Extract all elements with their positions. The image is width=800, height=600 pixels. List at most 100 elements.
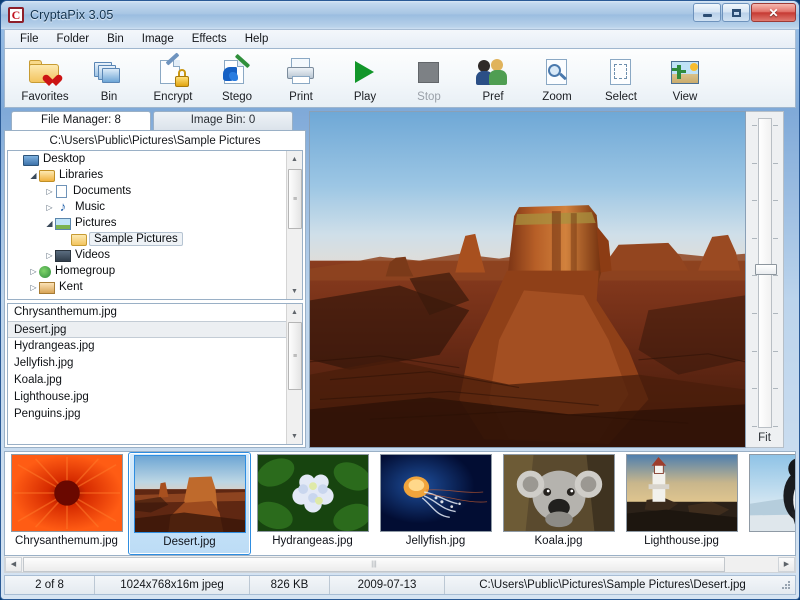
thumbnail-item[interactable]: Hydrangeas.jpg	[251, 452, 374, 555]
thumbnail-item[interactable]: Chrysanthemum.jpg	[5, 452, 128, 555]
homegroup-icon	[39, 266, 51, 278]
scroll-down-icon[interactable]: ▼	[287, 428, 302, 444]
toolbar-button-label: Select	[605, 91, 637, 103]
tree-expander-icon[interactable]: ▷	[28, 267, 39, 276]
tree-expander-icon[interactable]: ▷	[44, 251, 55, 260]
stacked-images-icon	[92, 56, 126, 88]
scrollbar-thumb[interactable]: ≡	[288, 322, 302, 390]
thumbnail-caption: Jellyfish.jpg	[406, 535, 465, 547]
toolbar-button-favorites[interactable]: Favorites	[13, 53, 77, 103]
thumbnail-item[interactable]: Lighthouse.jpg	[620, 452, 743, 555]
toolbar-button-label: Encrypt	[154, 91, 193, 103]
tree-node-label: Desktop	[43, 153, 85, 165]
thumbnail-item[interactable]: Koala.jpg	[497, 452, 620, 555]
menu-item-image[interactable]: Image	[133, 32, 183, 46]
file-list-item[interactable]: Chrysanthemum.jpg	[8, 304, 302, 321]
landscape-icon	[668, 56, 702, 88]
tree-node-pictures[interactable]: ◢Pictures	[8, 215, 302, 231]
maximize-button[interactable]	[722, 3, 750, 22]
tree-node-music[interactable]: ▷♪ Music	[8, 199, 302, 215]
toolbar-button-pref[interactable]: Pref	[461, 53, 525, 103]
thumbnail-strip-scrollbar[interactable]: ◀ ||| ▶	[4, 556, 796, 573]
scrollbar-thumb[interactable]: |||	[23, 557, 725, 572]
zoom-tick	[752, 351, 757, 352]
resize-grip[interactable]	[780, 579, 792, 591]
file-list-item[interactable]: Koala.jpg	[8, 372, 302, 389]
tab-image-bin[interactable]: Image Bin: 0	[153, 111, 293, 130]
tree-node-sample-pictures[interactable]: Sample Pictures	[8, 231, 302, 247]
tree-expander-icon[interactable]: ▷	[44, 203, 55, 212]
tree-expander-icon[interactable]: ◢	[44, 219, 55, 228]
scroll-right-icon[interactable]: ▶	[778, 557, 795, 572]
main-content: File Manager: 8Image Bin: 0 C:\Users\Pub…	[4, 108, 796, 448]
toolbar-button-stego[interactable]: Stego	[205, 53, 269, 103]
scroll-up-icon[interactable]: ▲	[287, 304, 302, 320]
image-preview[interactable]	[309, 111, 746, 448]
tree-node-desktop[interactable]: Desktop	[8, 151, 302, 167]
folder-heart-icon	[28, 56, 62, 88]
tree-node-kent[interactable]: ▷Kent	[8, 279, 302, 295]
file-list-item[interactable]: Jellyfish.jpg	[8, 355, 302, 372]
folder-tree-scrollbar[interactable]: ▲ ≡ ▼	[286, 151, 302, 299]
menu-item-help[interactable]: Help	[236, 32, 278, 46]
tree-node-videos[interactable]: ▷ Videos	[8, 247, 302, 263]
toolbar-button-zoom[interactable]: Zoom	[525, 53, 589, 103]
menu-item-folder[interactable]: Folder	[48, 32, 99, 46]
zoom-slider-track[interactable]	[758, 118, 772, 428]
zoom-tick	[752, 388, 757, 389]
menu-item-effects[interactable]: Effects	[183, 32, 236, 46]
zoom-slider-handle[interactable]	[755, 264, 777, 275]
thumbnail-item[interactable]: Desert.jpg	[128, 452, 251, 555]
music-note-icon: ♪	[55, 200, 71, 214]
tree-expander-icon[interactable]: ▷	[44, 187, 55, 196]
toolbar-button-encrypt[interactable]: Encrypt	[141, 53, 205, 103]
toolbar-button-select[interactable]: Select	[589, 53, 653, 103]
tab-file-manager[interactable]: File Manager: 8	[11, 111, 151, 130]
toolbar-button-view[interactable]: View	[653, 53, 717, 103]
scroll-up-icon[interactable]: ▲	[287, 151, 302, 167]
printer-icon	[284, 56, 318, 88]
menu-item-file[interactable]: File	[11, 32, 48, 46]
app-icon: C	[8, 7, 24, 23]
scroll-left-icon[interactable]: ◀	[5, 557, 22, 572]
menu-item-bin[interactable]: Bin	[98, 32, 133, 46]
file-list-item[interactable]: Hydrangeas.jpg	[8, 338, 302, 355]
tree-node-libraries[interactable]: ◢Libraries	[8, 167, 302, 183]
toolbar-button-label: Play	[354, 91, 376, 103]
tree-expander-icon[interactable]: ▷	[28, 283, 39, 292]
monitor-icon	[23, 155, 39, 166]
window-controls: ✕	[693, 3, 796, 22]
file-list-item[interactable]: Desert.jpg	[8, 321, 302, 338]
status-bar: 2 of 8 1024x768x16m jpeg 826 KB 2009-07-…	[4, 575, 796, 595]
thumbnail-strip[interactable]: Chrysanthemum.jpgDesert.jpgHydrangeas.jp…	[4, 451, 796, 556]
file-list-item[interactable]: Penguins.jpg	[8, 406, 302, 423]
close-button[interactable]: ✕	[751, 3, 796, 22]
zoom-tick	[752, 426, 757, 427]
menu-bar: FileFolderBinImageEffectsHelp	[4, 29, 796, 48]
file-list[interactable]: Chrysanthemum.jpgDesert.jpgHydrangeas.jp…	[7, 303, 303, 445]
scrollbar-thumb[interactable]: ≡	[288, 169, 302, 229]
tree-node-label: Videos	[75, 249, 110, 261]
dashed-selection-icon	[604, 56, 638, 88]
thumbnail-item[interactable]: P	[743, 452, 796, 555]
toolbar-button-print[interactable]: Print	[269, 53, 333, 103]
toolbar-button-label: Stop	[417, 91, 441, 103]
folder-tree-rows: Desktop◢Libraries▷Documents▷♪Music◢Pictu…	[8, 151, 302, 295]
status-index: 2 of 8	[5, 576, 95, 594]
file-list-item[interactable]: Lighthouse.jpg	[8, 389, 302, 406]
scroll-down-icon[interactable]: ▼	[287, 283, 302, 299]
thumbnail-item[interactable]: Jellyfish.jpg	[374, 452, 497, 555]
tree-node-homegroup[interactable]: ▷Homegroup	[8, 263, 302, 279]
tree-node-label: Music	[75, 201, 105, 213]
file-list-scrollbar[interactable]: ▲ ≡ ▼	[286, 304, 302, 444]
folder-tree[interactable]: Desktop◢Libraries▷Documents▷♪Music◢Pictu…	[7, 150, 303, 300]
toolbar-button-play[interactable]: Play	[333, 53, 397, 103]
thumbnail-image-penguins	[749, 454, 797, 532]
zoom-tick	[752, 313, 757, 314]
minimize-button[interactable]	[693, 3, 721, 22]
tree-node-documents[interactable]: ▷Documents	[8, 183, 302, 199]
tree-expander-icon[interactable]: ◢	[28, 171, 39, 180]
toolbar-button-bin[interactable]: Bin	[77, 53, 141, 103]
page-lock-icon	[156, 56, 190, 88]
thumbnail-image-desert	[134, 455, 246, 533]
